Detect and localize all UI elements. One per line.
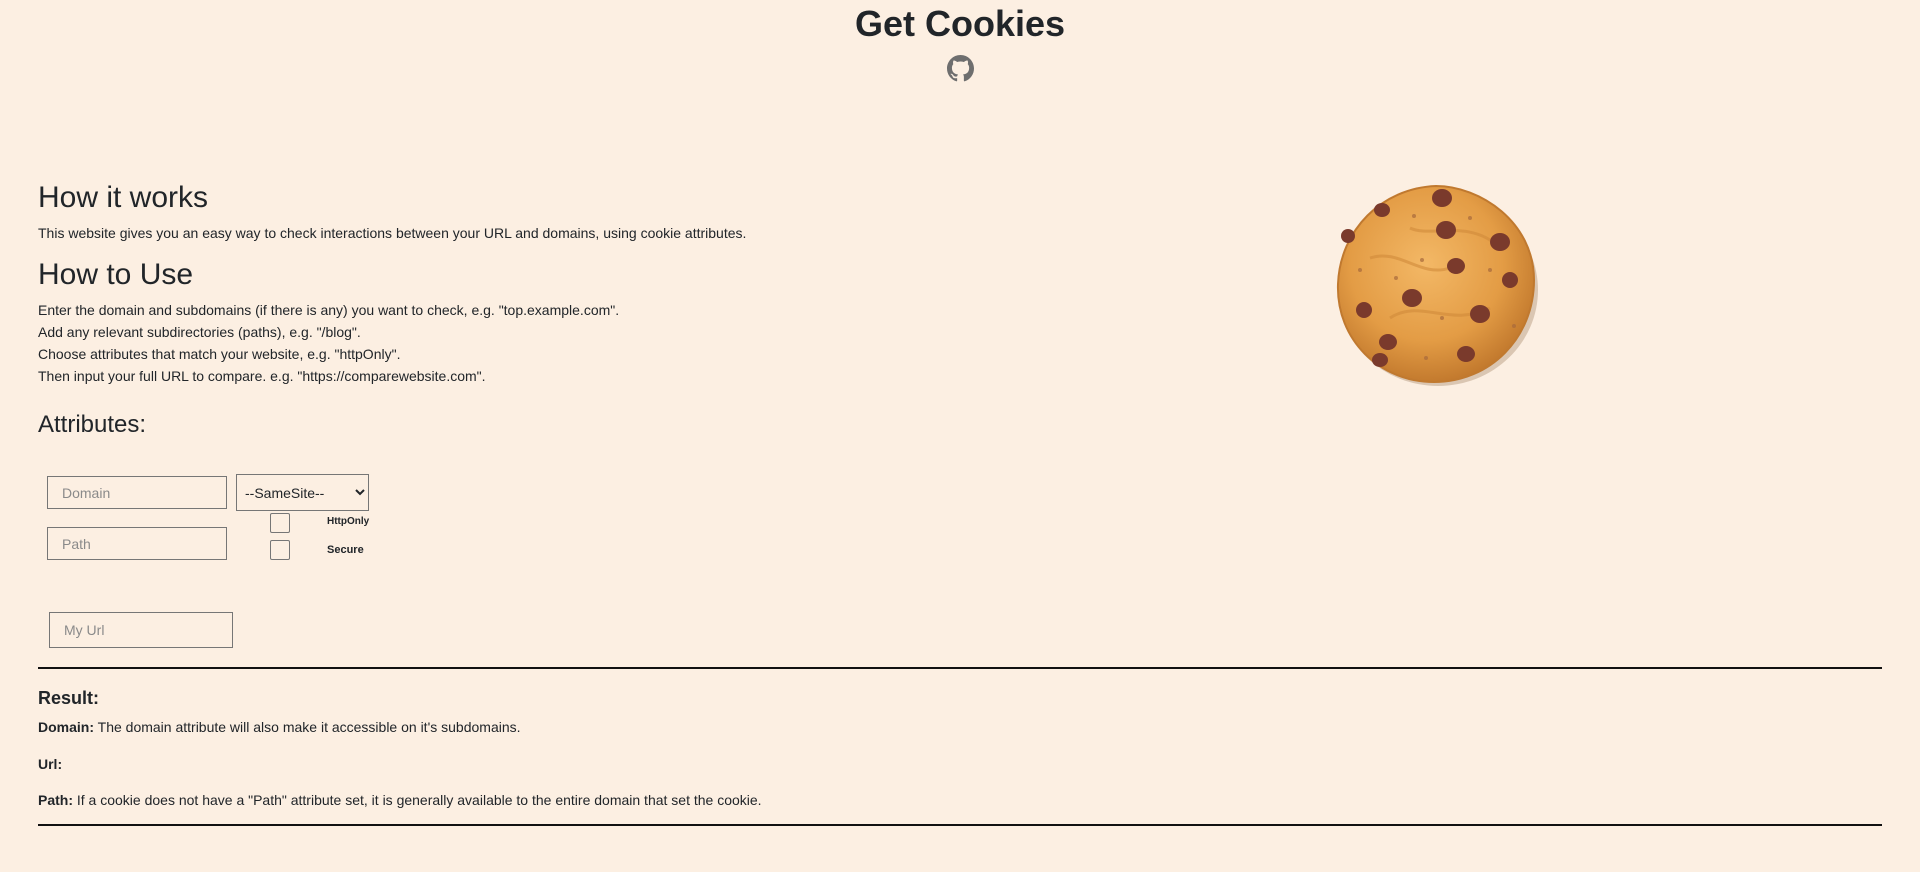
samesite-select[interactable]: --SameSite-- (236, 474, 369, 511)
attributes-heading: Attributes: (38, 411, 147, 438)
page: Get Cookies How it works This website gi… (0, 0, 1920, 872)
result-url: Url: (38, 755, 62, 773)
path-input[interactable] (47, 527, 227, 560)
httponly-label: HttpOnly (327, 516, 370, 527)
result-domain-text: The domain attribute will also make it a… (97, 719, 521, 735)
result-domain: Domain: The domain attribute will also m… (38, 718, 521, 736)
httponly-checkbox[interactable] (270, 513, 290, 533)
instruction-line: Choose attributes that match your websit… (38, 346, 401, 362)
how-it-works-heading: How it works (38, 181, 209, 214)
url-input[interactable] (49, 612, 233, 648)
result-path: Path: If a cookie does not have a "Path"… (38, 791, 762, 809)
instruction-line: Add any relevant subdirectories (paths),… (38, 324, 361, 340)
secure-checkbox[interactable] (270, 540, 290, 560)
instruction-line: Enter the domain and subdomains (if ther… (38, 302, 620, 318)
result-path-label: Path: (38, 792, 73, 808)
result-url-label: Url: (38, 756, 63, 772)
how-it-works-text: This website gives you an easy way to ch… (38, 225, 747, 241)
divider (38, 667, 1882, 669)
cookie-illustration (1336, 184, 1538, 386)
how-to-use-heading: How to Use (38, 258, 194, 291)
cookie-image (1330, 178, 1542, 390)
page-title: Get Cookies (854, 3, 1066, 44)
result-domain-label: Domain: (38, 719, 94, 735)
instruction-line: Then input your full URL to compare. e.g… (38, 368, 486, 384)
domain-input[interactable] (47, 476, 227, 509)
divider (38, 824, 1882, 826)
github-icon[interactable] (947, 55, 974, 82)
result-heading: Result: (38, 688, 100, 708)
secure-label: Secure (327, 544, 364, 556)
github-link[interactable] (947, 55, 974, 82)
result-path-text: If a cookie does not have a "Path" attri… (76, 792, 762, 808)
how-to-use-instructions: Enter the domain and subdomains (if ther… (38, 299, 619, 387)
